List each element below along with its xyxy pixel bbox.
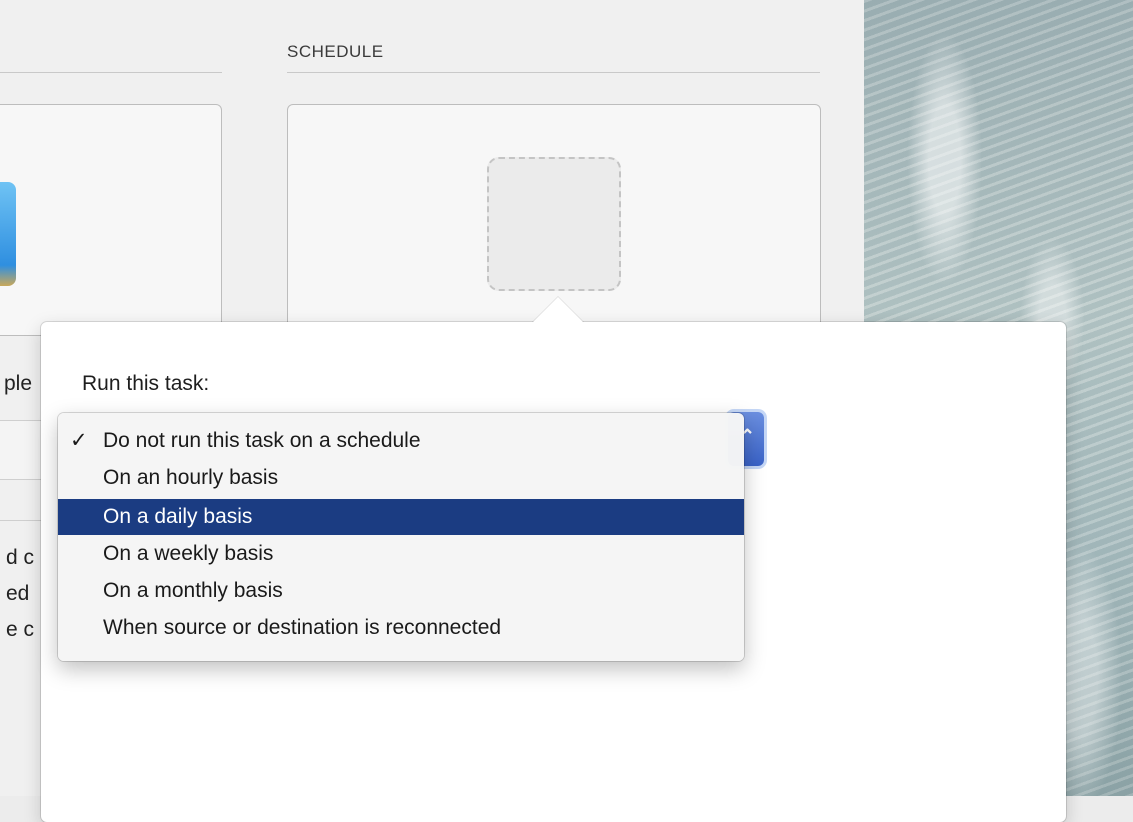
menu-item-label: On a daily basis bbox=[103, 505, 253, 528]
left-text-fragment-2: d c bbox=[6, 546, 35, 569]
popover-arrow bbox=[532, 297, 584, 323]
menu-item-label: When source or destination is reconnecte… bbox=[103, 616, 502, 639]
menu-item-hourly[interactable]: On an hourly basis bbox=[58, 460, 744, 496]
menu-item-weekly[interactable]: On a weekly basis bbox=[58, 536, 744, 572]
menu-item-label: On an hourly basis bbox=[103, 466, 279, 489]
left-text-fragment-3: ed bbox=[6, 582, 30, 605]
menu-item-label: On a weekly basis bbox=[103, 542, 274, 565]
left-section-divider bbox=[0, 72, 222, 73]
schedule-menu: ✓ Do not run this task on a schedule On … bbox=[58, 413, 744, 661]
drive-icon bbox=[0, 182, 16, 286]
menu-item-label: Do not run this task on a schedule bbox=[103, 429, 421, 452]
schedule-section-divider bbox=[287, 72, 820, 73]
left-text-fragment-1: ple bbox=[4, 372, 33, 395]
menu-item-reconnected[interactable]: When source or destination is reconnecte… bbox=[58, 610, 744, 646]
menu-item-no-schedule[interactable]: ✓ Do not run this task on a schedule bbox=[58, 423, 744, 459]
schedule-section-title: SCHEDULE bbox=[287, 42, 384, 61]
source-card[interactable] bbox=[0, 104, 222, 336]
schedule-drop-slot[interactable] bbox=[487, 157, 621, 291]
run-task-label: Run this task: bbox=[82, 372, 210, 395]
checkmark-icon: ✓ bbox=[70, 429, 88, 452]
left-text-fragment-4: e c bbox=[6, 618, 35, 641]
menu-item-daily[interactable]: On a daily basis bbox=[58, 499, 744, 535]
menu-item-label: On a monthly basis bbox=[103, 579, 283, 602]
menu-item-monthly[interactable]: On a monthly basis bbox=[58, 573, 744, 609]
